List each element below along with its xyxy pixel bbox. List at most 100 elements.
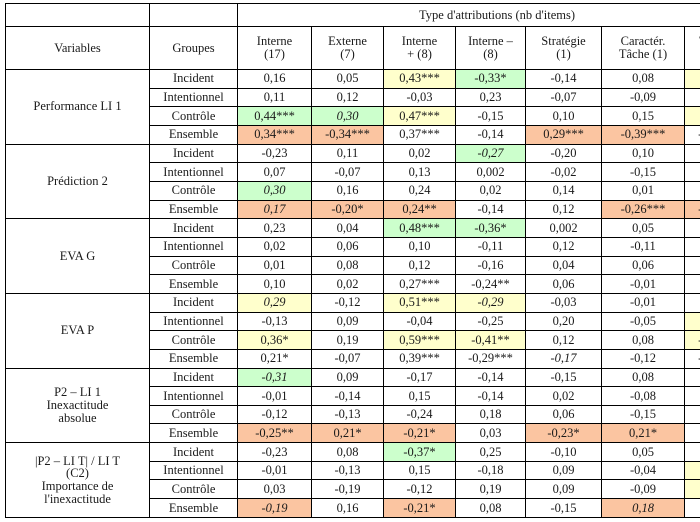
value-cell: -0,15 [525, 367, 602, 388]
value-cell: -0,31 [237, 367, 312, 388]
value-cell: 0,10 [525, 106, 602, 126]
value-cell: 0,02 [383, 143, 456, 164]
group-label-contrle: Contrôle [149, 404, 238, 425]
value-cell: 0,08 [311, 255, 384, 276]
value-cell: -0,01 [683, 498, 700, 518]
header-col-temps-1-line1: Temps – [685, 35, 700, 48]
value-cell: 0,08 [601, 69, 685, 89]
table-body: Performance LI 1 Incident 0,16 0,05 0,43*** -… [5, 69, 700, 518]
value-cell: -0,14 [455, 367, 526, 388]
value-cell: 0,23 [683, 87, 700, 108]
value-cell: 0,08 [311, 442, 384, 462]
value-cell: 0,18 [455, 404, 526, 425]
value-cell: -0,14 [311, 386, 384, 406]
value-cell: -0,13 [311, 404, 384, 425]
value-cell: -0,12 [601, 348, 685, 369]
header-col-caracter-tache-1-line2: Tâche (1) [618, 47, 668, 61]
value-cell: -0,14 [455, 199, 526, 220]
value-cell: -0,28 [683, 311, 700, 332]
value-cell: -0,20* [311, 199, 384, 220]
value-cell: 0,11 [311, 143, 384, 164]
group-label-contrle: Contrôle [149, 255, 238, 276]
value-cell: 0,05 [601, 218, 685, 238]
value-cell: 0,36* [237, 330, 312, 350]
group-label-incident: Incident [149, 143, 238, 164]
value-cell: 0,002 [455, 162, 526, 182]
group-label-intentionnel: Intentionnel [149, 460, 238, 481]
group-label-ensemble: Ensemble [149, 423, 238, 444]
variable-label-line: EVA G [59, 248, 96, 263]
value-cell: -0,20 [525, 143, 602, 164]
table-row: EVA P Incident 0,29 -0,12 0,51*** -0,29 -0,03-… [5, 292, 700, 369]
value-cell: 0,24** [383, 199, 456, 220]
table-row: Performance LI 1 Incident 0,16 0,05 0,43*** -… [5, 69, 700, 145]
value-cell: 0,02 [525, 386, 602, 406]
value-cell: -0,11 [601, 236, 685, 257]
value-cell: -0,002 [683, 255, 700, 276]
value-cell: 0,04 [311, 218, 384, 238]
value-cell: 0,002 [525, 218, 602, 238]
value-cell: 0,10 [383, 236, 456, 257]
value-cell: 0,17 [683, 404, 700, 425]
group-label-incident: Incident [149, 367, 238, 388]
value-cell: -0,33* [455, 69, 526, 89]
value-cell: -0,12 [311, 292, 384, 313]
value-cell: 0,10 [601, 143, 685, 164]
value-cell: -0,08 [601, 386, 685, 406]
value-cell: 0,20 [525, 311, 602, 332]
value-cell: -0,14 [525, 69, 602, 89]
value-cell: -0,33* [683, 479, 700, 500]
variable-label-cell: EVA G [5, 218, 150, 294]
header-col-interne-17: Interne (17) [237, 26, 312, 70]
value-cell: -0,17 [683, 180, 700, 201]
value-cell: 0,02 [455, 180, 526, 201]
value-cell: -0,17 [525, 348, 602, 369]
value-cell: 0,17 [237, 199, 312, 220]
value-cell: 0,13 [683, 442, 700, 462]
value-cell: 0,12 [683, 236, 700, 257]
group-label-contrle: Contrôle [149, 106, 238, 126]
value-cell: 0,39*** [383, 348, 456, 369]
value-cell: -0,34* [683, 106, 700, 126]
value-cell: 0,44*** [237, 106, 312, 126]
correlation-table-container: Type d'attributions (nb d'items) Variabl… [0, 0, 700, 522]
value-cell: -0,15 [601, 162, 685, 182]
value-cell: 0,13 [383, 162, 456, 182]
value-cell: -0,14 [455, 124, 526, 145]
value-cell: 0,04 [525, 255, 602, 276]
variable-label-line: Inexactitude [46, 397, 109, 412]
value-cell: 0,27*** [383, 274, 456, 294]
value-cell: -0,22 [683, 292, 700, 313]
value-cell: -0,28*** [683, 199, 700, 220]
value-cell: 0,30 [311, 106, 384, 126]
variable-label-line: Importance de [41, 479, 114, 494]
value-cell: -0,41** [455, 330, 526, 350]
value-cell: 0,18 [601, 498, 685, 518]
header-col-interne-minus-8: Interne – (8) [455, 26, 526, 70]
value-cell: -0,23 [237, 143, 312, 164]
table-row: EVA G Incident 0,23 0,04 0,48*** -0,36* 0,002 0… [5, 218, 700, 294]
value-cell: 0,01 [601, 180, 685, 201]
value-cell: 0,19 [455, 479, 526, 500]
value-cell: -0,01 [683, 274, 700, 294]
value-cell: 0,09 [525, 479, 602, 500]
value-cell: 0,07 [237, 162, 312, 182]
value-cell: 0,14 [525, 180, 602, 201]
group-label-ensemble: Ensemble [149, 274, 238, 294]
group-label-intentionnel: Intentionnel [149, 162, 238, 182]
header-col-interne-plus-8: Interne + (8) [383, 26, 456, 70]
value-cell: -0,26*** [601, 199, 685, 220]
value-cell: 0,29 [237, 292, 312, 313]
value-cell: -0,37* [383, 442, 456, 462]
value-cell: 0,37*** [383, 124, 456, 145]
group-label-ensemble: Ensemble [149, 348, 238, 369]
value-cell: 0,25 [455, 442, 526, 462]
group-label-ensemble: Ensemble [149, 498, 238, 518]
value-cell: -0,09 [601, 479, 685, 500]
value-cell: -0,05 [601, 311, 685, 332]
header-columns-row: Variables Groupes Interne (17) Externe (… [5, 26, 700, 70]
value-cell: 0,10 [237, 274, 312, 294]
value-cell: 0,16 [311, 498, 384, 518]
value-cell: -0,14 [455, 386, 526, 406]
value-cell: -0,29 [455, 292, 526, 313]
